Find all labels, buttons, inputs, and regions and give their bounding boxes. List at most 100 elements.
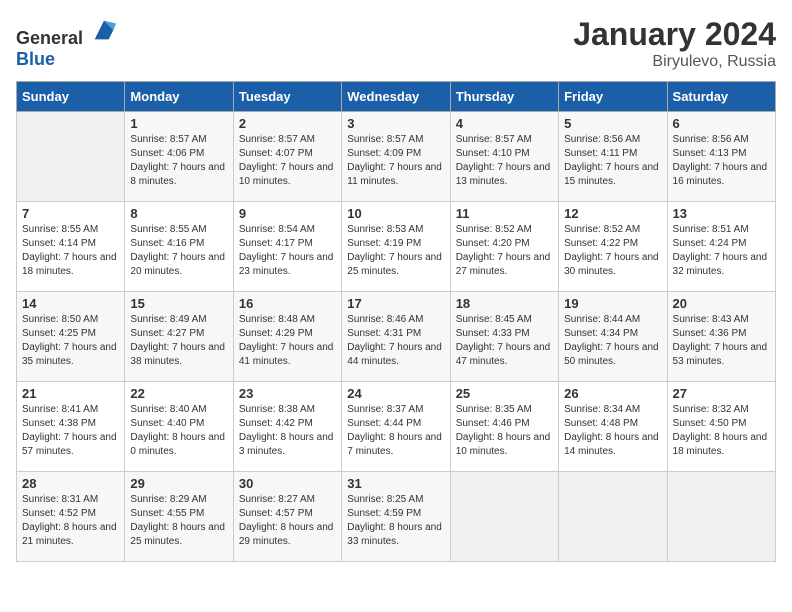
- calendar-week-row: 14Sunrise: 8:50 AMSunset: 4:25 PMDayligh…: [17, 292, 776, 382]
- calendar-cell: 16 Sunrise: 8:48 AMSunset: 4:29 PMDayligh…: [233, 292, 341, 382]
- day-info: Sunrise: 8:29 AMSunset: 4:55 PMDaylight:…: [130, 493, 227, 549]
- day-info: Sunrise: 8:52 AMSunset: 4:20 PMDaylight:…: [456, 223, 553, 279]
- calendar-cell: 20Sunrise: 8:43 AMSunset: 4:36 PMDayligh…: [667, 292, 775, 382]
- day-info: Sunrise: 8:41 AMSunset: 4:38 PMDaylight:…: [22, 403, 119, 459]
- calendar-cell: 23 Sunrise: 8:38 AMSunset: 4:42 PMDayligh…: [233, 382, 341, 472]
- calendar-week-row: 7 Sunrise: 8:55 AMSunset: 4:14 PMDaylight…: [17, 202, 776, 292]
- day-number: 13: [673, 206, 770, 221]
- day-number: 20: [673, 296, 770, 311]
- day-info: Sunrise: 8:55 AMSunset: 4:14 PMDaylight:…: [22, 223, 119, 279]
- day-number: 4: [456, 116, 553, 131]
- calendar-cell: 4 Sunrise: 8:57 AMSunset: 4:10 PMDaylight…: [450, 112, 558, 202]
- day-info: Sunrise: 8:56 AMSunset: 4:13 PMDaylight:…: [673, 133, 770, 189]
- calendar-cell: 14Sunrise: 8:50 AMSunset: 4:25 PMDayligh…: [17, 292, 125, 382]
- logo-icon: [90, 16, 118, 44]
- calendar-cell: 21 Sunrise: 8:41 AMSunset: 4:38 PMDayligh…: [17, 382, 125, 472]
- calendar-cell: 13 Sunrise: 8:51 AMSunset: 4:24 PMDayligh…: [667, 202, 775, 292]
- calendar-cell: [17, 112, 125, 202]
- day-info: Sunrise: 8:31 AMSunset: 4:52 PMDaylight:…: [22, 493, 119, 549]
- day-number: 23: [239, 386, 336, 401]
- header-day: Wednesday: [342, 82, 450, 112]
- calendar-cell: 5Sunrise: 8:56 AMSunset: 4:11 PMDaylight…: [559, 112, 667, 202]
- day-info: Sunrise: 8:57 AMSunset: 4:07 PMDaylight:…: [239, 133, 336, 189]
- day-number: 5: [564, 116, 661, 131]
- day-number: 27: [673, 386, 770, 401]
- calendar-cell: 18Sunrise: 8:45 AMSunset: 4:33 PMDayligh…: [450, 292, 558, 382]
- calendar-cell: 28 Sunrise: 8:31 AMSunset: 4:52 PMDayligh…: [17, 472, 125, 562]
- day-number: 2: [239, 116, 336, 131]
- calendar-cell: 1 Sunrise: 8:57 AMSunset: 4:06 PMDaylight…: [125, 112, 233, 202]
- calendar-week-row: 1 Sunrise: 8:57 AMSunset: 4:06 PMDaylight…: [17, 112, 776, 202]
- day-number: 30: [239, 476, 336, 491]
- calendar-cell: 8Sunrise: 8:55 AMSunset: 4:16 PMDaylight…: [125, 202, 233, 292]
- calendar-cell: 9 Sunrise: 8:54 AMSunset: 4:17 PMDaylight…: [233, 202, 341, 292]
- day-info: Sunrise: 8:27 AMSunset: 4:57 PMDaylight:…: [239, 493, 336, 549]
- day-info: Sunrise: 8:50 AMSunset: 4:25 PMDaylight:…: [22, 313, 119, 369]
- day-info: Sunrise: 8:32 AMSunset: 4:50 PMDaylight:…: [673, 403, 770, 459]
- day-number: 17: [347, 296, 444, 311]
- calendar-cell: 3 Sunrise: 8:57 AMSunset: 4:09 PMDaylight…: [342, 112, 450, 202]
- day-info: Sunrise: 8:55 AMSunset: 4:16 PMDaylight:…: [130, 223, 227, 279]
- calendar-cell: 24Sunrise: 8:37 AMSunset: 4:44 PMDayligh…: [342, 382, 450, 472]
- day-number: 12: [564, 206, 661, 221]
- logo-blue: Blue: [16, 49, 55, 69]
- calendar-cell: 30 Sunrise: 8:27 AMSunset: 4:57 PMDayligh…: [233, 472, 341, 562]
- day-number: 1: [130, 116, 227, 131]
- day-info: Sunrise: 8:57 AMSunset: 4:10 PMDaylight:…: [456, 133, 553, 189]
- calendar-cell: 29Sunrise: 8:29 AMSunset: 4:55 PMDayligh…: [125, 472, 233, 562]
- logo-text: General Blue: [16, 16, 118, 70]
- day-info: Sunrise: 8:52 AMSunset: 4:22 PMDaylight:…: [564, 223, 661, 279]
- day-number: 22: [130, 386, 227, 401]
- day-number: 15: [130, 296, 227, 311]
- header-day: Monday: [125, 82, 233, 112]
- calendar-cell: 25 Sunrise: 8:35 AMSunset: 4:46 PMDayligh…: [450, 382, 558, 472]
- day-number: 11: [456, 206, 553, 221]
- calendar-title: January 2024: [573, 16, 776, 53]
- day-number: 9: [239, 206, 336, 221]
- day-number: 21: [22, 386, 119, 401]
- day-info: Sunrise: 8:57 AMSunset: 4:09 PMDaylight:…: [347, 133, 444, 189]
- day-info: Sunrise: 8:40 AMSunset: 4:40 PMDaylight:…: [130, 403, 227, 459]
- day-number: 26: [564, 386, 661, 401]
- day-number: 16: [239, 296, 336, 311]
- title-block: January 2024 Biryulevo, Russia: [573, 16, 776, 71]
- calendar-table: SundayMondayTuesdayWednesdayThursdayFrid…: [16, 81, 776, 562]
- logo-general: General: [16, 28, 83, 48]
- day-info: Sunrise: 8:34 AMSunset: 4:48 PMDaylight:…: [564, 403, 661, 459]
- day-info: Sunrise: 8:57 AMSunset: 4:06 PMDaylight:…: [130, 133, 227, 189]
- logo: General Blue: [16, 16, 118, 70]
- calendar-cell: 19 Sunrise: 8:44 AMSunset: 4:34 PMDayligh…: [559, 292, 667, 382]
- calendar-cell: 11 Sunrise: 8:52 AMSunset: 4:20 PMDayligh…: [450, 202, 558, 292]
- calendar-cell: [450, 472, 558, 562]
- day-info: Sunrise: 8:54 AMSunset: 4:17 PMDaylight:…: [239, 223, 336, 279]
- day-number: 7: [22, 206, 119, 221]
- day-number: 19: [564, 296, 661, 311]
- page-header: General Blue January 2024 Biryulevo, Rus…: [16, 16, 776, 71]
- calendar-cell: 15 Sunrise: 8:49 AMSunset: 4:27 PMDayligh…: [125, 292, 233, 382]
- day-number: 31: [347, 476, 444, 491]
- calendar-cell: 10Sunrise: 8:53 AMSunset: 4:19 PMDayligh…: [342, 202, 450, 292]
- day-number: 3: [347, 116, 444, 131]
- day-info: Sunrise: 8:49 AMSunset: 4:27 PMDaylight:…: [130, 313, 227, 369]
- day-number: 28: [22, 476, 119, 491]
- day-number: 25: [456, 386, 553, 401]
- calendar-cell: 27 Sunrise: 8:32 AMSunset: 4:50 PMDayligh…: [667, 382, 775, 472]
- header-day: Friday: [559, 82, 667, 112]
- day-info: Sunrise: 8:44 AMSunset: 4:34 PMDaylight:…: [564, 313, 661, 369]
- header-day: Sunday: [17, 82, 125, 112]
- day-number: 10: [347, 206, 444, 221]
- calendar-cell: 31Sunrise: 8:25 AMSunset: 4:59 PMDayligh…: [342, 472, 450, 562]
- day-number: 18: [456, 296, 553, 311]
- day-info: Sunrise: 8:38 AMSunset: 4:42 PMDaylight:…: [239, 403, 336, 459]
- day-info: Sunrise: 8:46 AMSunset: 4:31 PMDaylight:…: [347, 313, 444, 369]
- header-day: Thursday: [450, 82, 558, 112]
- day-info: Sunrise: 8:48 AMSunset: 4:29 PMDaylight:…: [239, 313, 336, 369]
- calendar-subtitle: Biryulevo, Russia: [573, 53, 776, 71]
- calendar-cell: 12 Sunrise: 8:52 AMSunset: 4:22 PMDayligh…: [559, 202, 667, 292]
- calendar-cell: 6Sunrise: 8:56 AMSunset: 4:13 PMDaylight…: [667, 112, 775, 202]
- day-info: Sunrise: 8:51 AMSunset: 4:24 PMDaylight:…: [673, 223, 770, 279]
- day-info: Sunrise: 8:35 AMSunset: 4:46 PMDaylight:…: [456, 403, 553, 459]
- header-row: SundayMondayTuesdayWednesdayThursdayFrid…: [17, 82, 776, 112]
- header-day: Tuesday: [233, 82, 341, 112]
- calendar-week-row: 21 Sunrise: 8:41 AMSunset: 4:38 PMDayligh…: [17, 382, 776, 472]
